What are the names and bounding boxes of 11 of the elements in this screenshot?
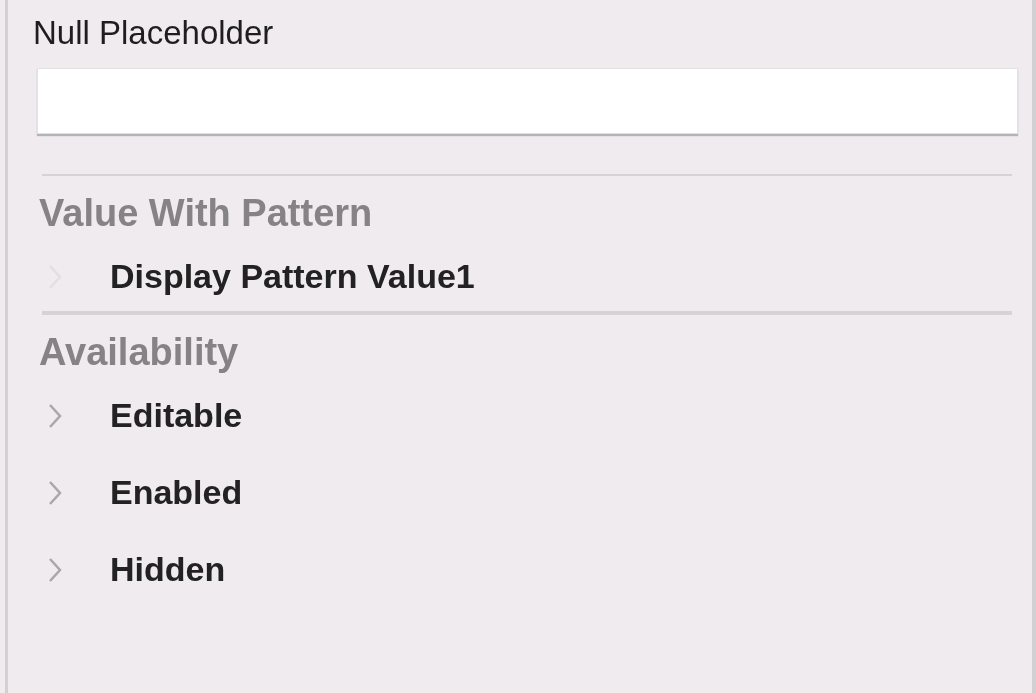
property-label: Enabled <box>110 472 243 513</box>
chevron-icon[interactable] <box>48 479 62 506</box>
section-header: Value With Pattern <box>39 194 373 232</box>
property-label: Hidden <box>110 549 226 590</box>
section-header: Availability <box>39 333 239 371</box>
chevron-icon[interactable] <box>48 402 62 429</box>
property-label: Display Pattern Value1 <box>110 256 475 297</box>
input-field[interactable] <box>37 68 1018 134</box>
property-label: Editable <box>110 395 243 436</box>
field-label: Null Placeholder <box>33 16 274 49</box>
chevron-icon[interactable] <box>48 556 62 583</box>
